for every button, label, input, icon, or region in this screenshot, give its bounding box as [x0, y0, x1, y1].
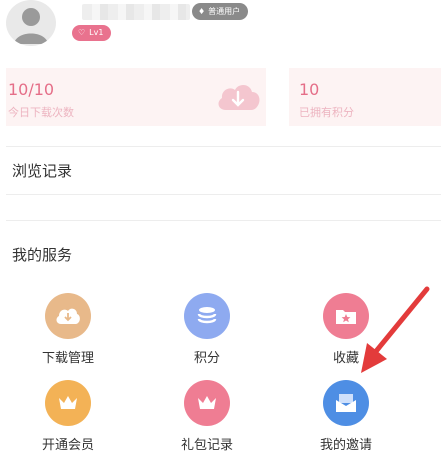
points-card[interactable]: 10 已拥有积分 [289, 68, 441, 126]
download-count-card[interactable]: 10/10 今日下载次数 [6, 68, 266, 126]
service-open-membership[interactable]: 开通会员 [20, 380, 116, 453]
crown-icon [45, 380, 91, 426]
diamond-icon: ♦ [198, 7, 206, 16]
divider [6, 146, 441, 147]
annotation-arrow [361, 286, 430, 373]
download-count-value: 10/10 [8, 80, 55, 99]
gift-icon [184, 380, 230, 426]
service-points[interactable]: 积分 [159, 293, 255, 366]
service-download-manage[interactable]: 下载管理 [20, 293, 116, 366]
divider [6, 220, 441, 221]
divider [6, 194, 441, 195]
user-silhouette-icon [14, 8, 48, 44]
level-badge: ♡ Lv1 [72, 25, 112, 41]
service-gift-records[interactable]: 礼包记录 [159, 380, 255, 453]
points-label: 已拥有积分 [299, 106, 354, 119]
points-value: 10 [299, 80, 320, 99]
username-blurred [82, 4, 190, 20]
coins-icon [184, 293, 230, 339]
browse-history-entry[interactable]: 浏览记录 [12, 160, 72, 181]
avatar[interactable] [6, 0, 56, 46]
diamond-icon: ♡ [78, 28, 86, 37]
download-icon [45, 293, 91, 339]
service-my-invitations[interactable]: 我的邀请 [298, 380, 394, 453]
my-services-title: 我的服务 [12, 246, 73, 264]
user-type-badge: ♦ 普通用户 [192, 3, 249, 20]
envelope-icon [323, 380, 369, 426]
download-count-label: 今日下载次数 [8, 106, 74, 119]
cloud-download-icon[interactable] [214, 80, 262, 114]
